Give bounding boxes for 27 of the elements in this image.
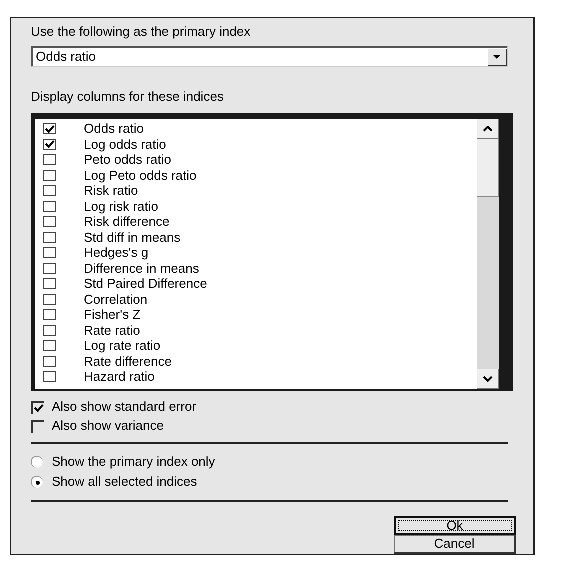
index-label: Log rate ratio bbox=[84, 338, 161, 354]
index-label: Std diff in means bbox=[84, 230, 181, 245]
ok-button[interactable]: Ok bbox=[394, 516, 516, 535]
radio-label: Show all selected indices bbox=[52, 473, 198, 492]
checkbox-label: Also show standard error bbox=[52, 398, 197, 416]
index-label: Std Paired Difference bbox=[84, 276, 208, 292]
primary-index-dropdown[interactable]: Odds ratio bbox=[31, 46, 508, 67]
index-label: Risk ratio bbox=[84, 183, 138, 198]
index-label: Log risk ratio bbox=[84, 198, 158, 214]
index-label: Hazard ratio bbox=[84, 369, 155, 384]
list-label: Display columns for these indices bbox=[31, 88, 225, 106]
index-label: Risk difference bbox=[84, 214, 170, 230]
field-label: Use the following as the primary index bbox=[31, 23, 252, 41]
index-label: Fisher's Z bbox=[84, 307, 141, 322]
index-label: Rate ratio bbox=[84, 322, 140, 338]
index-label: Difference in means bbox=[84, 260, 200, 276]
index-label: Rate difference bbox=[84, 354, 172, 369]
checkbox-label: Also show variance bbox=[52, 417, 164, 436]
dropdown-value: Odds ratio bbox=[36, 48, 97, 66]
index-label: Log odds ratio bbox=[84, 136, 166, 152]
cancel-button[interactable]: Cancel bbox=[394, 535, 516, 554]
index-label: Correlation bbox=[84, 292, 148, 307]
index-label: Peto odds ratio bbox=[84, 152, 172, 168]
index-label: Hedges's g bbox=[84, 245, 149, 260]
radio-label: Show the primary index only bbox=[52, 453, 216, 472]
index-label: Log Peto odds ratio bbox=[84, 168, 197, 183]
index-label: Odds ratio bbox=[84, 121, 144, 136]
